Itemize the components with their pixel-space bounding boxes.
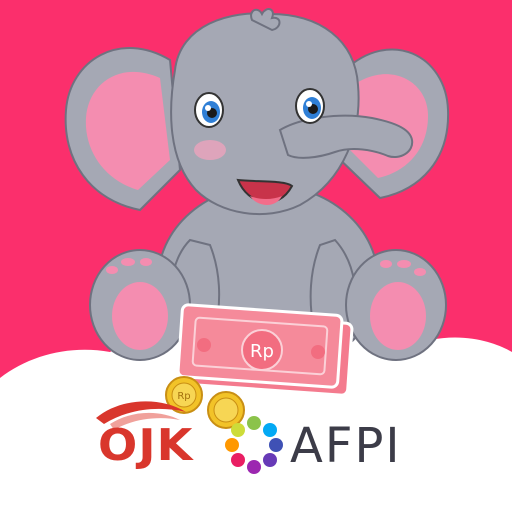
afpi-flower-icon	[225, 416, 283, 474]
right-foot-pad	[370, 282, 426, 350]
ojk-logo: OJK	[98, 420, 194, 471]
left-foot-pad	[112, 282, 168, 350]
banknote-label: Rp	[250, 341, 274, 362]
left-eye	[194, 92, 224, 128]
right-eye	[295, 88, 325, 124]
coin-label: Rp	[177, 391, 190, 402]
app-banner: Rp Rp	[0, 8, 512, 512]
afpi-logo: AFPI	[290, 418, 402, 474]
